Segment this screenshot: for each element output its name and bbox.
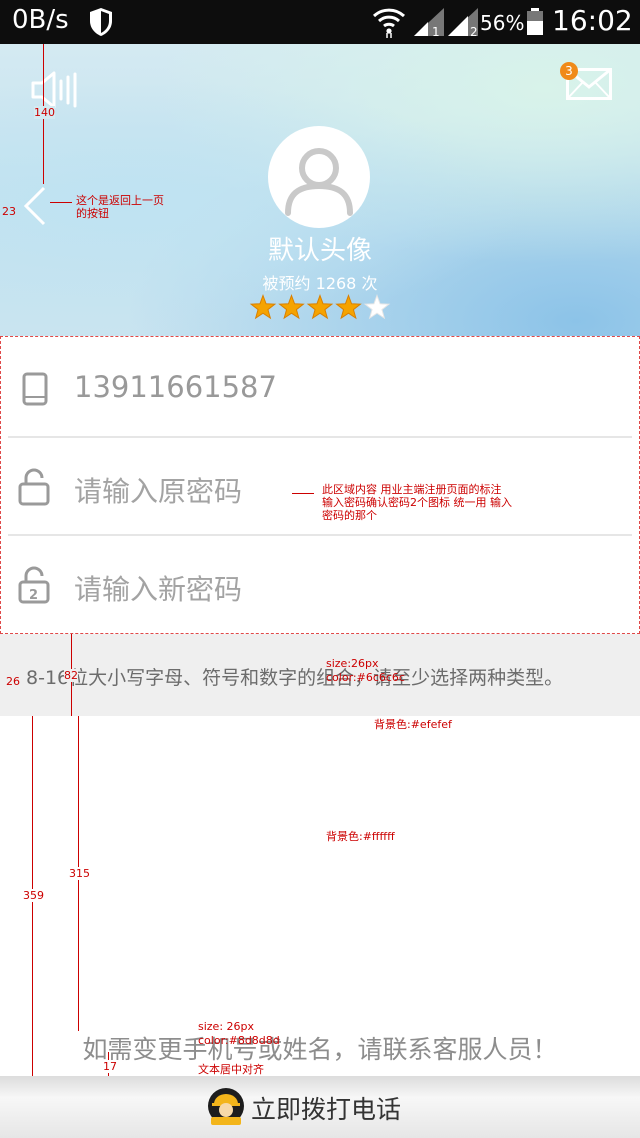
new-password-row[interactable]: 2 请输入新密码 — [8, 536, 632, 632]
hint-color-note: color:#6c6c6c — [326, 671, 405, 684]
password-hint: 8-16位大小写字母、符号和数字的组合，请至少选择两种类型。 — [26, 667, 564, 689]
rating-stars — [249, 294, 391, 320]
worker-icon — [208, 1088, 244, 1125]
measure-label-82: 82 — [64, 669, 78, 682]
arrow-region-note — [292, 493, 314, 494]
phone-number: 13911661587 — [74, 370, 277, 404]
status-bar: 0B/s 1 2 56% 16:02 — [0, 0, 640, 44]
volume-icon[interactable] — [30, 70, 78, 110]
old-password-row[interactable]: 请输入原密码 — [8, 438, 632, 536]
shield-icon — [90, 8, 112, 36]
wifi-icon — [372, 8, 406, 38]
network-speed: 0B/s — [12, 5, 69, 35]
username: 默认头像 — [267, 236, 372, 266]
star-filled-icon — [306, 294, 334, 320]
back-icon[interactable] — [20, 186, 50, 226]
old-password-input[interactable]: 请输入原密码 — [74, 470, 242, 510]
star-filled-icon — [249, 294, 277, 320]
battery-icon — [527, 8, 543, 35]
notice-color-note: color:#8d8d8d — [198, 1034, 280, 1047]
avatar[interactable] — [268, 126, 370, 228]
notice-align-note: 文本居中对齐 — [198, 1063, 264, 1076]
call-button-label: 立即拨打电话 — [251, 1095, 402, 1124]
measure-label-23: 23 — [2, 205, 16, 218]
clock: 16:02 — [552, 4, 633, 37]
battery-percent: 56% — [480, 11, 525, 35]
star-filled-icon — [335, 294, 362, 320]
contact-notice: 如需变更手机号或姓名，请联系客服人员！ — [82, 1035, 558, 1064]
measure-label-17: 17 — [103, 1060, 117, 1073]
phone-row: 13911661587 — [8, 340, 632, 438]
booking-count: 被预约 1268 次 — [262, 274, 378, 293]
svg-text:1: 1 — [432, 25, 440, 38]
lock-icon — [18, 468, 50, 506]
avatar-icon — [285, 148, 353, 216]
notification-badge: 3 — [560, 62, 578, 80]
region-note: 此区域内容 用业主端注册页面的标注 输入密码确认密码2个图标 统一用 输入密码的… — [322, 483, 516, 522]
profile-header: 3 默认头像 被预约 1268 次 — [0, 44, 640, 336]
measure-label-359: 359 — [23, 889, 44, 902]
new-password-input[interactable]: 请输入新密码 — [74, 568, 242, 608]
star-filled-icon — [278, 294, 305, 320]
measure-label-315: 315 — [69, 867, 90, 880]
hint-bg-note: 背景色:#efefef — [374, 718, 452, 731]
measure-label-26: 26 — [6, 675, 20, 688]
signal-1-icon: 1 — [414, 8, 444, 38]
hint-size-note: size:26px — [326, 657, 379, 670]
password-hint-bar: 8-16位大小写字母、符号和数字的组合，请至少选择两种类型。 — [0, 634, 640, 716]
back-button-note: 这个是返回上一页的按钮 — [76, 194, 164, 220]
measure-label-140: 140 — [34, 106, 55, 119]
arrow-back-note — [50, 202, 72, 203]
call-button[interactable]: 立即拨打电话 — [0, 1076, 640, 1138]
notice-size-note: size: 26px — [198, 1020, 255, 1033]
svg-text:2: 2 — [470, 25, 478, 38]
svg-text:2: 2 — [29, 588, 38, 603]
phone-icon — [22, 372, 48, 406]
star-empty-icon — [363, 294, 391, 320]
signal-2-icon: 2 — [448, 8, 478, 38]
lock-2-icon: 2 — [18, 566, 50, 604]
white-bg-note: 背景色:#ffffff — [326, 830, 395, 843]
